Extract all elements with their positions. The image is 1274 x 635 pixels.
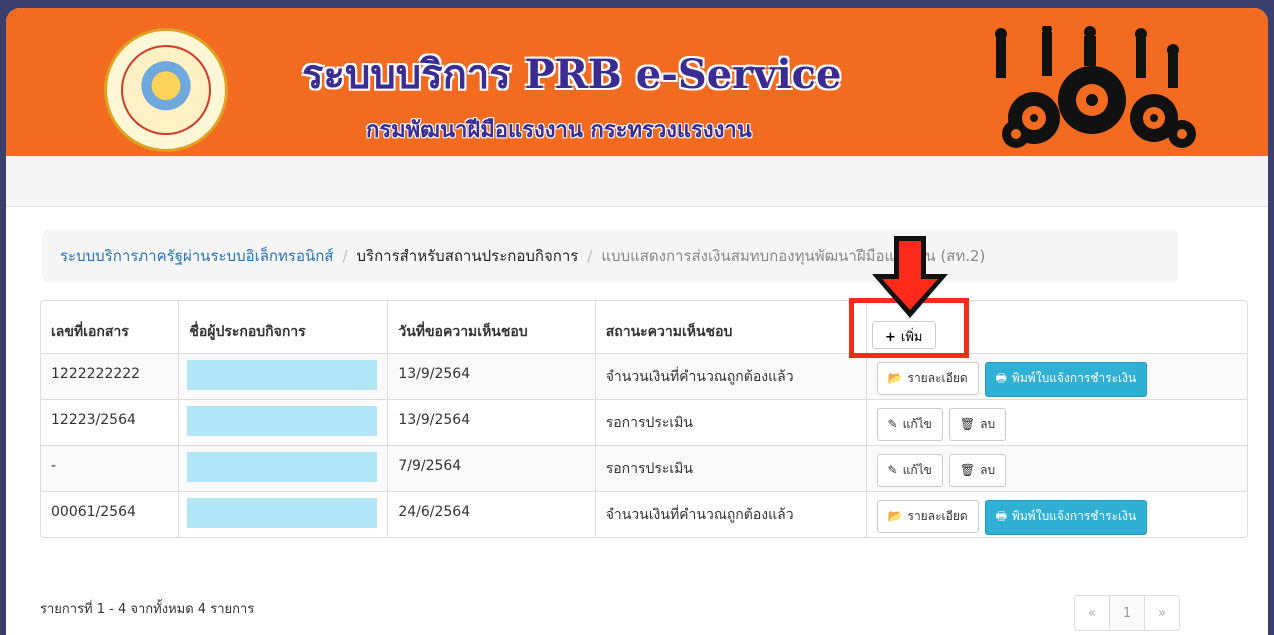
pagination-next-button[interactable]: »	[1145, 596, 1179, 630]
cell-doc-no: 1222222222	[41, 353, 180, 400]
redacted-company-name	[187, 451, 378, 482]
records-summary: รายการที่ 1 - 4 จากทั้งหมด 4 รายการ	[40, 602, 255, 617]
cell-status: รอการประเมิน	[595, 399, 867, 446]
redacted-company-name	[187, 497, 378, 528]
seal-emblem	[121, 45, 211, 135]
cell-doc-no: 00061/2564	[41, 491, 180, 537]
detail-button[interactable]: 📂 รายละเอียด	[876, 499, 979, 533]
delete-button[interactable]: 🗑 ลบ	[948, 453, 1007, 487]
cell-company	[178, 353, 389, 400]
table-row: 12223/2564 13/9/2564 รอการประเมิน ✎ แก้ไข…	[41, 399, 1247, 446]
cell-status: จำนวนเงินที่คำนวณถูกต้องแล้ว	[595, 353, 867, 400]
cell-date: 13/9/2564	[387, 399, 596, 446]
documents-table: เลขที่เอกสาร ชื่อผู้ประกอบกิจการ วันที่ข…	[40, 300, 1248, 538]
cell-status: จำนวนเงินที่คำนวณถูกต้องแล้ว	[595, 491, 867, 537]
printer-icon: 🖶	[995, 508, 1007, 523]
cell-actions: 📂 รายละเอียด 🖶 พิมพ์ใบแจ้งการชำระเงิน	[866, 353, 1247, 400]
print-payment-button[interactable]: 🖶 พิมพ์ใบแจ้งการชำระเงิน	[984, 499, 1148, 535]
header-banner: ระบบบริการ PRB e-Service กรมพัฒนาฝีมือแร…	[6, 8, 1268, 156]
pagination-page-1[interactable]: 1	[1110, 596, 1145, 630]
department-seal-logo	[104, 28, 228, 152]
cell-date: 24/6/2564	[387, 491, 596, 537]
site-subtitle: กรมพัฒนาฝีมือแรงงาน กระทรวงแรงงาน	[366, 118, 752, 143]
print-payment-button[interactable]: 🖶 พิมพ์ใบแจ้งการชำระเงิน	[984, 361, 1148, 397]
folder-open-icon: 📂	[887, 370, 903, 385]
table-row: - 7/9/2564 รอการประเมิน ✎ แก้ไข 🗑 ลบ	[41, 445, 1247, 492]
cell-company	[178, 399, 389, 446]
breadcrumb-link-enterprise[interactable]: บริการสำหรับสถานประกอบกิจการ	[357, 244, 579, 268]
folder-open-icon: 📂	[887, 508, 903, 523]
app-window: ระบบบริการ PRB e-Service กรมพัฒนาฝีมือแร…	[6, 8, 1268, 635]
trash-icon: 🗑	[959, 416, 976, 431]
pencil-icon: ✎	[887, 416, 898, 431]
edit-button[interactable]: ✎ แก้ไข	[876, 453, 943, 487]
cell-actions: ✎ แก้ไข 🗑 ลบ	[866, 445, 1247, 492]
redacted-company-name	[187, 405, 378, 436]
delete-button[interactable]: 🗑 ลบ	[948, 407, 1007, 441]
column-header-doc-no: เลขที่เอกสาร	[41, 301, 180, 354]
pagination-prev-button[interactable]: «	[1075, 596, 1110, 630]
detail-button[interactable]: 📂 รายละเอียด	[876, 361, 979, 395]
column-header-date: วันที่ขอความเห็นชอบ	[387, 301, 596, 354]
site-title: ระบบบริการ PRB e-Service	[302, 51, 842, 98]
table-row: 00061/2564 24/6/2564 จำนวนเงินที่คำนวณถู…	[41, 491, 1247, 537]
annotation-arrow-icon	[872, 236, 948, 318]
cell-actions: 📂 รายละเอียด 🖶 พิมพ์ใบแจ้งการชำระเงิน	[866, 491, 1247, 537]
breadcrumb-separator: /	[342, 247, 348, 265]
breadcrumb-link-eservice[interactable]: ระบบบริการภาครัฐผ่านระบบอิเล็กทรอนิกส์	[60, 244, 333, 268]
edit-button[interactable]: ✎ แก้ไข	[876, 407, 943, 441]
cell-actions: ✎ แก้ไข 🗑 ลบ	[866, 399, 1247, 446]
cell-company	[178, 491, 389, 537]
gears-workers-icon	[995, 26, 1196, 148]
table-header-row: เลขที่เอกสาร ชื่อผู้ประกอบกิจการ วันที่ข…	[41, 301, 1247, 354]
column-header-status: สถานะความเห็นชอบ	[595, 301, 867, 354]
pencil-icon: ✎	[887, 462, 898, 477]
cell-doc-no: -	[41, 445, 180, 492]
printer-icon: 🖶	[995, 370, 1007, 385]
cell-status: รอการประเมิน	[595, 445, 867, 492]
cell-date: 7/9/2564	[387, 445, 596, 492]
top-navbar	[6, 156, 1268, 207]
redacted-company-name	[187, 359, 378, 390]
table-row: 1222222222 13/9/2564 จำนวนเงินที่คำนวณถู…	[41, 353, 1247, 400]
cell-doc-no: 12223/2564	[41, 399, 180, 446]
trash-icon: 🗑	[959, 462, 976, 477]
cell-date: 13/9/2564	[387, 353, 596, 400]
cell-company	[178, 445, 389, 492]
breadcrumb-separator: /	[587, 247, 593, 265]
breadcrumb: ระบบบริการภาครัฐผ่านระบบอิเล็กทรอนิกส์ /…	[42, 230, 1178, 282]
column-header-company: ชื่อผู้ประกอบกิจการ	[178, 301, 389, 354]
pagination: « 1 »	[1074, 595, 1180, 631]
